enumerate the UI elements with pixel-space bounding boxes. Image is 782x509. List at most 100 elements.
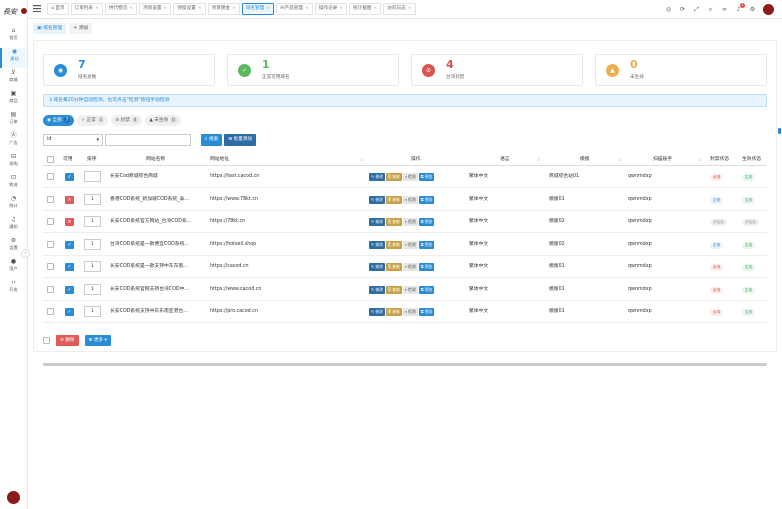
site-url[interactable]: https://test.cacod.cn	[210, 166, 360, 188]
sort-icon[interactable]: ⇕	[360, 153, 363, 167]
sidebar-item[interactable]: ♫ 通知	[0, 216, 27, 236]
refresh-icon[interactable]: ⟳	[679, 6, 686, 13]
preview-button[interactable]: ⧉ 预览	[418, 195, 435, 204]
sort-input[interactable]	[84, 171, 101, 182]
sidebar-item[interactable]: ⊻ 商城	[0, 69, 27, 89]
link-icon[interactable]: ∞	[721, 6, 728, 13]
tab[interactable]: 域名管理 ×	[241, 3, 275, 15]
brand-logo[interactable]: 長安	[2, 5, 28, 17]
edit-button[interactable]: ✎ 修改	[369, 285, 385, 294]
col-url[interactable]: 网站地址	[210, 153, 229, 166]
enabled-toggle[interactable]: ✓	[65, 240, 74, 249]
row-checkbox[interactable]	[47, 218, 54, 225]
edit-button[interactable]: ✎ 修改	[369, 218, 385, 226]
preview-button[interactable]: ⧉ 预览	[418, 240, 435, 249]
test-button[interactable]: ⌕ 检测	[402, 240, 418, 249]
filter-3[interactable]: ▲ 未生效 0	[145, 115, 181, 126]
enabled-toggle[interactable]: ✓	[65, 263, 74, 271]
sort-icon[interactable]: ⇕	[698, 153, 701, 167]
test-button[interactable]: ⌕ 检测	[402, 173, 418, 181]
sidebar-item[interactable]: Ⓐ 广告	[0, 132, 27, 152]
row-checkbox[interactable]	[47, 263, 54, 270]
edit-button[interactable]: ✎ 修改	[369, 263, 385, 271]
more-button[interactable]: ⊞ 更多 ▾	[84, 334, 111, 346]
sidebar-item[interactable]: ‹› 开发	[0, 279, 27, 299]
site-url[interactable]: https://78kt.cn	[210, 211, 360, 233]
select-all-checkbox-bottom[interactable]	[43, 336, 50, 344]
close-icon[interactable]: ×	[339, 6, 343, 11]
site-url[interactable]: https://hotsell.shop	[210, 234, 360, 256]
close-icon[interactable]: ×	[129, 6, 133, 11]
row-checkbox[interactable]	[47, 240, 54, 248]
page-scrollbar[interactable]	[778, 128, 781, 134]
copy-button[interactable]: ⎘ 复制	[385, 173, 402, 181]
close-icon[interactable]: ×	[305, 6, 309, 11]
enabled-toggle[interactable]: ×	[65, 218, 74, 226]
sidebar-item[interactable]: ● 用户	[0, 258, 27, 278]
search-button[interactable]: ⌕ 搜索	[201, 134, 223, 146]
current-page-tab[interactable]: ▣ 域名管理	[33, 23, 67, 34]
close-icon[interactable]: ×	[266, 6, 270, 11]
close-icon[interactable]: ×	[232, 6, 236, 11]
copy-button[interactable]: ⎘ 复制	[385, 240, 402, 249]
delete-button[interactable]: ⊖ 删除	[56, 334, 79, 346]
close-icon[interactable]: ×	[95, 6, 99, 11]
edit-button[interactable]: ✎ 修改	[369, 195, 385, 204]
sort-input[interactable]: 1	[84, 216, 101, 227]
preview-button[interactable]: ⧉ 预览	[418, 285, 435, 294]
menu-icon[interactable]	[33, 5, 41, 12]
col-name[interactable]: 网站名称	[146, 153, 165, 166]
close-icon[interactable]: ×	[373, 6, 377, 11]
tab[interactable]: 供代物流 ×	[104, 3, 138, 15]
sort-input[interactable]: 1	[84, 238, 101, 250]
tab[interactable]: 项目佣金 ×	[207, 3, 240, 15]
copy-button[interactable]: ⎘ 复制	[385, 218, 402, 226]
site-url[interactable]: https://www.78kt.cn	[210, 189, 360, 211]
tab[interactable]: 项目设置 ×	[139, 3, 172, 15]
sidebar-item[interactable]: ◉ 建站	[0, 48, 27, 68]
sort-input[interactable]: 1	[84, 193, 101, 205]
test-button[interactable]: ⌕ 检测	[402, 308, 418, 316]
row-checkbox[interactable]	[47, 285, 54, 293]
row-checkbox[interactable]	[47, 173, 54, 180]
sidebar-item[interactable]: ⌂ 首页	[0, 27, 27, 47]
filter-1[interactable]: ✓ 正常 1	[77, 115, 109, 126]
close-icon[interactable]: ×	[163, 6, 167, 11]
tab[interactable]: AI产品管理 ×	[276, 3, 313, 15]
copy-button[interactable]: ⎘ 复制	[385, 263, 402, 271]
test-button[interactable]: ⌕ 检测	[402, 263, 418, 271]
enabled-toggle[interactable]: ×	[65, 195, 74, 204]
search-icon[interactable]: ⌕	[707, 6, 714, 13]
edit-button[interactable]: ✎ 修改	[369, 240, 385, 249]
copy-button[interactable]: ⎘ 复制	[385, 195, 402, 204]
sidebar-item[interactable]: ▣ 商品	[0, 90, 27, 110]
copy-button[interactable]: ⎘ 复制	[385, 285, 402, 294]
horizontal-scrollbar[interactable]	[43, 363, 767, 366]
batch-add-button[interactable]: ⊞ 批量添加	[224, 134, 256, 146]
close-icon[interactable]: ×	[198, 6, 202, 11]
enabled-toggle[interactable]: ✓	[65, 285, 74, 294]
avatar[interactable]	[7, 491, 20, 504]
tab[interactable]: 统计截图 ×	[349, 3, 382, 15]
sort-input[interactable]: 1	[84, 261, 101, 272]
test-button[interactable]: ⌕ 检测	[402, 218, 418, 226]
preview-button[interactable]: ⧉ 预览	[418, 218, 435, 226]
preview-button[interactable]: ⧉ 预览	[418, 308, 435, 316]
tab[interactable]: ⌂ 首页	[47, 3, 69, 15]
preview-button[interactable]: ⧉ 预览	[418, 173, 435, 181]
site-url[interactable]: https://www.cacod.cn	[210, 279, 360, 301]
add-button[interactable]: + 添加	[69, 23, 93, 34]
sidebar-item[interactable]: ⊡ 物流	[0, 174, 27, 194]
search-field-select[interactable]: id ▾	[43, 134, 103, 146]
sort-icon[interactable]: ⇕	[537, 153, 540, 167]
edit-button[interactable]: ✎ 修改	[369, 173, 385, 181]
row-checkbox[interactable]	[47, 195, 54, 203]
test-button[interactable]: ⌕ 检测	[402, 195, 418, 204]
sort-input[interactable]: 1	[84, 283, 101, 295]
site-url[interactable]: https://cacod.cn	[210, 256, 360, 278]
target-icon[interactable]: ◎	[665, 6, 672, 13]
tab[interactable]: 弹窗设置 ×	[173, 3, 206, 15]
user-avatar[interactable]	[763, 3, 774, 15]
site-url[interactable]: https://pro.cacod.cn	[210, 301, 360, 323]
search-input[interactable]	[105, 134, 191, 146]
